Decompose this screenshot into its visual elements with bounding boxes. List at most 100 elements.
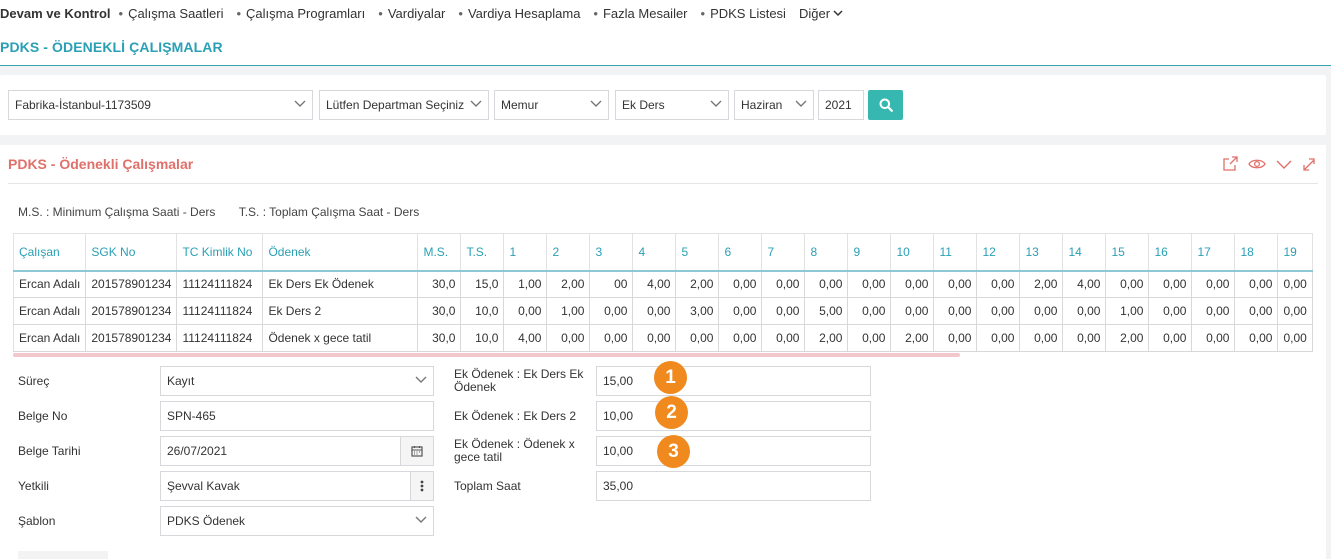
column-header[interactable]: 5 [675, 233, 720, 272]
table-cell: 201578901234 [85, 270, 178, 298]
column-header[interactable]: 10 [890, 233, 935, 272]
nav-item-fazla-mesailer[interactable]: Fazla Mesailer [603, 6, 688, 21]
column-header[interactable]: T.S. [460, 233, 505, 272]
table-cell: 0,00 [761, 324, 806, 352]
belge-tarihi-input[interactable]: 26/07/2021 [160, 436, 434, 466]
chevron-down-icon [710, 100, 722, 107]
table-cell: Ek Ders Ek Ödenek [262, 270, 419, 298]
column-header[interactable]: 13 [1019, 233, 1064, 272]
horizontal-scrollbar[interactable] [13, 353, 960, 357]
chevron-down-icon [833, 9, 843, 16]
column-header[interactable]: 17 [1191, 233, 1236, 272]
belge-no-input[interactable]: SPN-465 [160, 401, 434, 431]
column-header[interactable]: M.S. [417, 233, 462, 272]
department-select[interactable]: Lütfen Departman Seçiniz [319, 90, 489, 120]
table-cell: 30,0 [417, 297, 462, 325]
table-row[interactable]: Ercan Adalı 201578901234 11124111824 Ek Der… [12, 270, 1313, 298]
year-input[interactable]: 2021 [818, 90, 864, 120]
odenek3-label: Ek Ödenek : Ödenek x gece tatil [454, 437, 575, 464]
column-header[interactable]: Ödenek [262, 233, 419, 272]
table-cell: 2,00 [890, 324, 935, 352]
nav-item-vardiyalar[interactable]: Vardiyalar [388, 6, 446, 21]
column-header[interactable]: 12 [976, 233, 1021, 272]
company-select[interactable]: Fabrika-İstanbul-1173509 [8, 90, 313, 120]
month-select[interactable]: Haziran [734, 90, 814, 120]
column-header[interactable]: Çalışan [12, 233, 87, 272]
nav-item-calisma-programlari[interactable]: Çalışma Programları [246, 6, 365, 21]
odenek1-input[interactable]: 15,00 [596, 366, 871, 396]
nav-item-calisma-saatleri[interactable]: Çalışma Saatleri [128, 6, 223, 21]
table-cell: 2,00 [546, 270, 591, 298]
chevron-down-icon[interactable] [1275, 156, 1293, 172]
belge-no-label: Belge No [18, 409, 68, 423]
column-header[interactable]: 7 [761, 233, 806, 272]
year-input-value: 2021 [825, 98, 852, 112]
table-cell: 0,00 [546, 324, 591, 352]
column-header[interactable]: 2 [546, 233, 591, 272]
yetkili-value: Şevval Kavak [167, 479, 240, 493]
expand-icon[interactable] [1302, 156, 1316, 172]
odenek3-value: 10,00 [603, 444, 634, 458]
nav-item-devam-kontrol[interactable]: Devam ve Kontrol [0, 6, 111, 21]
eye-icon[interactable] [1248, 156, 1266, 172]
table-cell: 0,00 [847, 324, 892, 352]
column-header[interactable]: 15 [1105, 233, 1150, 272]
column-header[interactable]: 3 [589, 233, 634, 272]
nav-item-vardiya-hesaplama[interactable]: Vardiya Hesaplama [468, 6, 580, 21]
table-cell: 0,00 [1062, 324, 1107, 352]
table-cell: 0,00 [976, 324, 1021, 352]
table-row[interactable]: Ercan Adalı 201578901234 11124111824 Ek Der… [12, 297, 1313, 325]
table-cell: 201578901234 [85, 297, 178, 325]
column-header[interactable]: SGK No [85, 233, 178, 272]
table-cell: 0,00 [1277, 297, 1313, 325]
yetkili-options-button[interactable] [410, 471, 434, 501]
category-select[interactable]: Ek Ders [615, 90, 729, 120]
nav-bullet: • [593, 5, 598, 21]
column-header[interactable]: 19 [1277, 233, 1313, 272]
odenek2-label: Ek Ödenek : Ek Ders 2 [454, 409, 577, 423]
yetkili-input[interactable]: Şevval Kavak [160, 471, 434, 501]
column-header[interactable]: 14 [1062, 233, 1107, 272]
toplam-saat-input[interactable]: 35,00 [596, 471, 871, 501]
column-header[interactable]: 18 [1234, 233, 1279, 272]
column-header[interactable]: 1 [503, 233, 548, 272]
belge-tarihi-value: 26/07/2021 [167, 444, 228, 458]
column-header[interactable]: 9 [847, 233, 892, 272]
nav-bullet: • [378, 5, 383, 21]
more-vertical-icon [420, 480, 424, 492]
nav-item-pdks-listesi[interactable]: PDKS Listesi [710, 6, 786, 21]
staff-type-select[interactable]: Memur [494, 90, 609, 120]
table-cell: 0,00 [1234, 297, 1279, 325]
column-header[interactable]: 4 [632, 233, 677, 272]
chevron-down-icon [415, 516, 427, 523]
calendar-button[interactable] [400, 436, 434, 466]
table-cell: 30,0 [417, 324, 462, 352]
column-header[interactable]: TC Kimlik No [176, 233, 264, 272]
surec-select[interactable]: Kayıt [160, 366, 434, 396]
sablon-label: Şablon [18, 514, 56, 528]
chevron-down-icon [294, 100, 306, 107]
column-header[interactable]: 8 [804, 233, 849, 272]
table-cell: 1,00 [503, 270, 548, 298]
belge-no-value: SPN-465 [167, 409, 216, 423]
bottom-button-stub[interactable] [18, 551, 108, 559]
column-header[interactable]: 16 [1148, 233, 1193, 272]
table-cell: Ercan Adalı [12, 270, 87, 298]
odenek3-input[interactable]: 10,00 [596, 436, 871, 466]
export-icon[interactable] [1222, 156, 1239, 172]
column-header[interactable]: 11 [933, 233, 978, 272]
table-row[interactable]: Ercan Adalı 201578901234 11124111824 Ödenek… [12, 324, 1313, 352]
search-button[interactable] [868, 90, 903, 120]
table-cell: 2,00 [804, 324, 849, 352]
sablon-select[interactable]: PDKS Ödenek [160, 506, 434, 536]
main-panel: PDKS - Ödenekli Çalışmalar M.S. : Minimu… [0, 145, 1326, 559]
column-header[interactable]: 6 [718, 233, 763, 272]
page-title: PDKS - ÖDENEKLİ ÇALIŞMALAR [0, 39, 223, 55]
odenek2-input[interactable]: 10,00 [596, 401, 871, 431]
table-cell: 15,0 [460, 270, 505, 298]
table-cell: 0,00 [1148, 297, 1193, 325]
table-cell: 4,00 [632, 270, 677, 298]
table-cell: 0,00 [804, 270, 849, 298]
nav-more-menu[interactable]: Diğer [799, 6, 843, 21]
page-header: PDKS - ÖDENEKLİ ÇALIŞMALAR [0, 26, 1331, 66]
